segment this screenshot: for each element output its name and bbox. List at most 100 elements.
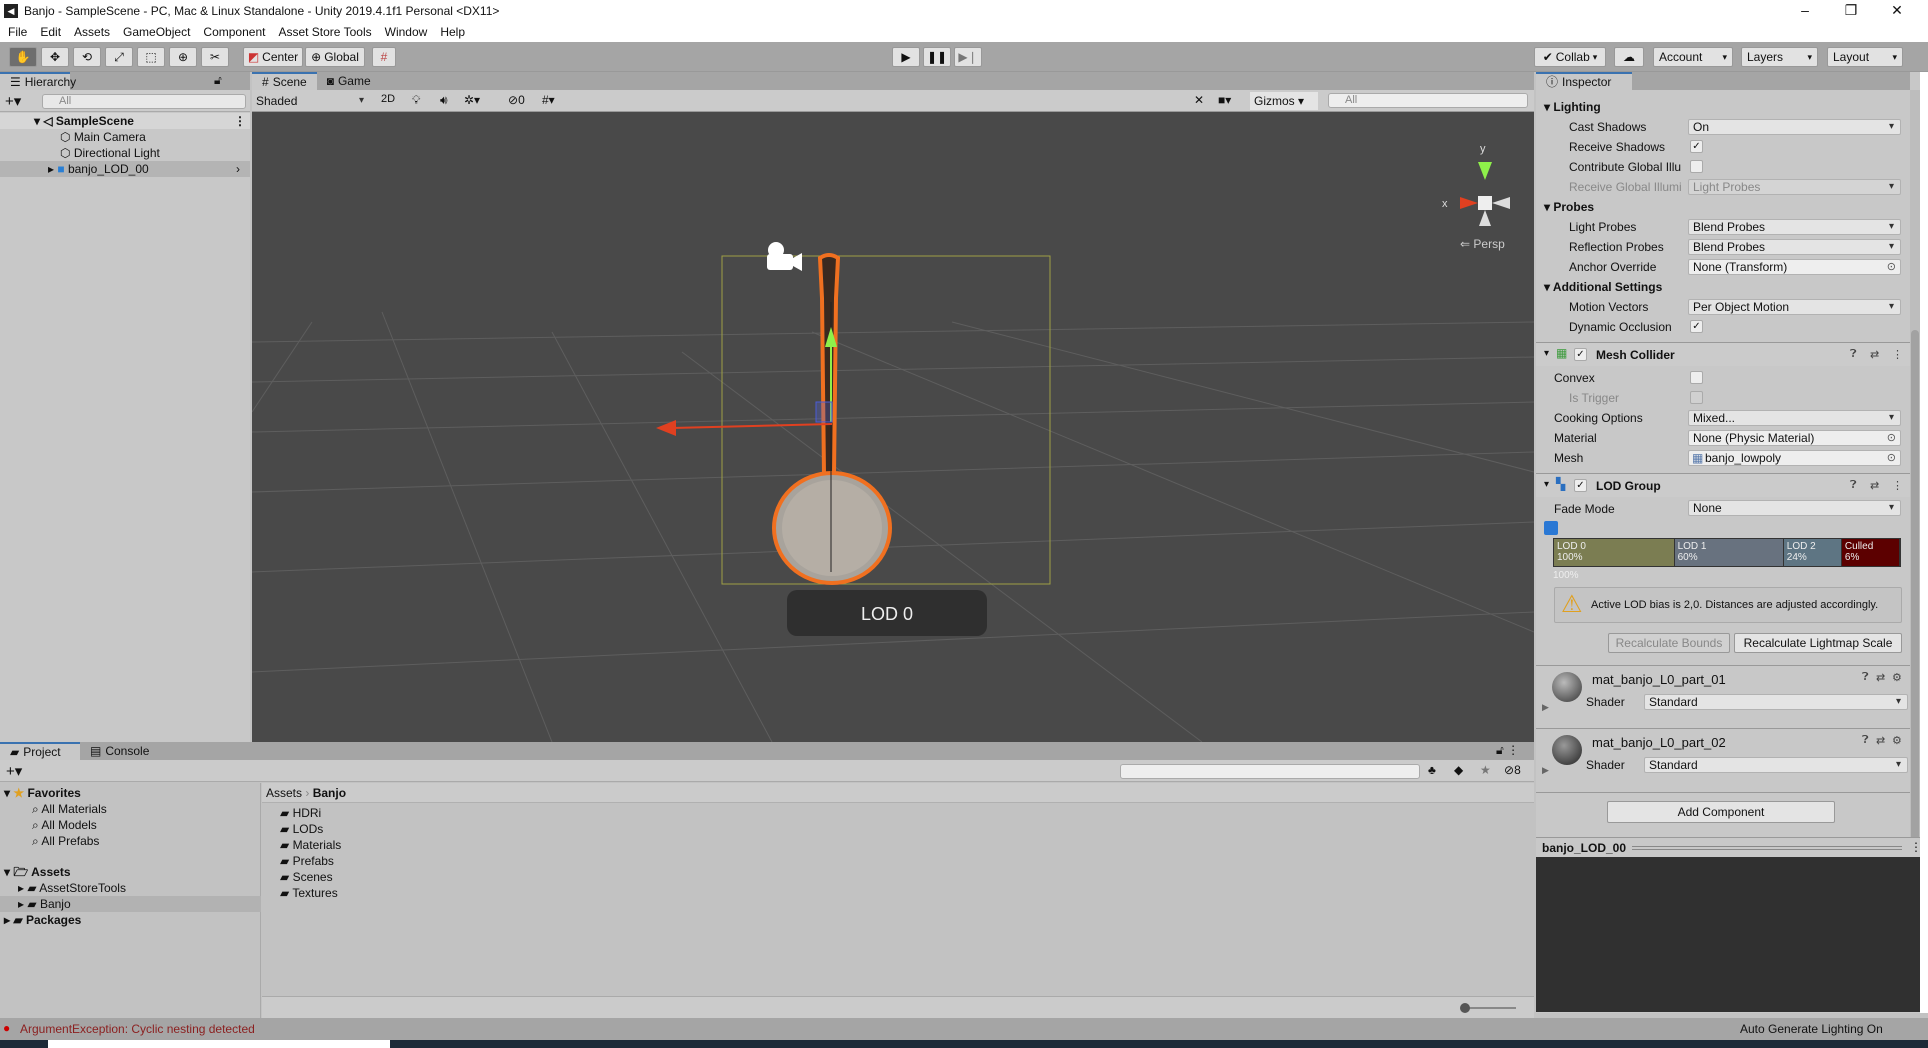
breadcrumb-banjo[interactable]: Banjo [313, 786, 346, 800]
inspector-scrollbar[interactable] [1910, 90, 1920, 890]
cloud-button[interactable]: ☁ [1614, 47, 1644, 67]
folder-item[interactable]: ▰ Materials [262, 837, 512, 853]
hierarchy-item-main-camera[interactable]: ⬡ Main Camera [0, 129, 250, 145]
cast-shadows-dropdown[interactable]: On [1688, 119, 1901, 135]
menu-assets[interactable]: Assets [74, 25, 110, 39]
menu-help[interactable]: Help [440, 25, 465, 39]
play-button[interactable]: ▶ [892, 47, 920, 67]
step-button[interactable]: ▶❘ [954, 47, 982, 67]
account-dropdown[interactable]: Account ▾ [1653, 47, 1733, 67]
more-icon[interactable]: ⋮ [234, 113, 246, 129]
dynamic-occlusion-checkbox[interactable]: ✓ [1690, 320, 1703, 333]
help-icon[interactable]: ❓︎ [1850, 479, 1857, 492]
lod-group-header[interactable]: ▾ ▚ ✓ LOD Group ❓︎ ⇄ ⋮ [1536, 473, 1910, 497]
layout-dropdown[interactable]: Layout ▾ [1827, 47, 1903, 67]
tab-hierarchy[interactable]: ☰ Hierarchy [0, 72, 76, 90]
mesh-field[interactable]: ▦ banjo_lowpoly [1688, 450, 1901, 466]
folder-item[interactable]: ▰ Prefabs [262, 853, 512, 869]
search-by-label-icon[interactable]: ◆ [1454, 763, 1463, 777]
minimize-button[interactable]: – [1782, 0, 1828, 22]
icon-size-slider[interactable] [1460, 1003, 1516, 1013]
gear-icon[interactable]: ⚙ [1892, 734, 1902, 747]
grid-toggle-icon[interactable]: #▾ [542, 93, 555, 107]
gizmo-x-axis[interactable] [671, 423, 833, 429]
breadcrumb-assets[interactable]: Assets [266, 786, 302, 800]
persp-label[interactable]: ⇐ Persp [1460, 237, 1505, 251]
pivot-global-button[interactable]: ⊕ Global [305, 47, 365, 67]
scene-search-input[interactable]: All [1328, 93, 1528, 108]
preview-header[interactable]: banjo_LOD_00 ⋮ [1536, 837, 1922, 857]
favorite-all-models[interactable]: ⌕ All Models [0, 817, 250, 833]
folder-item[interactable]: ▰ LODs [262, 821, 512, 837]
anchor-override-field[interactable]: None (Transform) [1688, 259, 1901, 275]
contribute-gi-checkbox[interactable] [1690, 160, 1703, 173]
more-icon[interactable]: ⋮ [1892, 479, 1903, 492]
folder-banjo[interactable]: ▸ ▰ Banjo [0, 896, 261, 912]
recalculate-lightmap-scale-button[interactable]: Recalculate Lightmap Scale [1734, 633, 1902, 653]
lighting-status[interactable]: Auto Generate Lighting On [1740, 1022, 1883, 1036]
menu-component[interactable]: Component [203, 25, 265, 39]
assets-folder[interactable]: ▾ 🗁︎ Assets [0, 864, 250, 880]
lod-segment-0[interactable]: LOD 0 100% [1554, 539, 1675, 566]
favorites-item[interactable]: ▾ ★ Favorites [0, 785, 250, 801]
tab-inspector[interactable]: ⓘ Inspector [1536, 72, 1632, 90]
camera-gizmo-icon[interactable] [767, 242, 802, 271]
more-icon[interactable]: ⋮ [1910, 840, 1922, 854]
reflection-probes-dropdown[interactable]: Blend Probes [1688, 239, 1901, 255]
gear-icon[interactable]: ⚙ [1892, 671, 1902, 684]
rect-tool-icon[interactable]: ⬚ [137, 47, 165, 67]
effects-icon[interactable]: ✲▾ [464, 93, 480, 107]
lod-camera-icon[interactable] [1544, 521, 1558, 535]
orientation-gizmo[interactable] [1460, 162, 1510, 226]
hierarchy-search-input[interactable]: All [42, 94, 246, 109]
gizmo-plane-handle[interactable] [815, 401, 833, 423]
menu-gameobject[interactable]: GameObject [123, 25, 190, 39]
close-button[interactable]: ✕ [1874, 0, 1920, 22]
folder-item[interactable]: ▰ HDRi [262, 805, 512, 821]
lighting-toggle-icon[interactable]: 💡︎ [412, 93, 420, 108]
project-search-input[interactable] [1120, 764, 1420, 779]
folder-item[interactable]: ▰ Scenes [262, 869, 512, 885]
hand-tool-icon[interactable]: ✋ [9, 47, 37, 67]
tools-icon[interactable]: ✕ [1194, 93, 1204, 107]
presets-icon[interactable]: ⇄ [1876, 734, 1885, 747]
tab-project[interactable]: ▰ Project [0, 742, 80, 760]
lod-segment-1[interactable]: LOD 1 60% [1674, 539, 1784, 566]
cooking-options-dropdown[interactable]: Mixed... [1688, 410, 1901, 426]
pivot-center-button[interactable]: ◩ Center [243, 47, 303, 67]
convex-checkbox[interactable] [1690, 371, 1703, 384]
scene-viewport[interactable]: y x ⇐ Persp LOD 0 [252, 112, 1534, 742]
tab-scene[interactable]: # Scene [252, 72, 317, 90]
create-button[interactable]: +▾ [6, 762, 22, 780]
menu-window[interactable]: Window [385, 25, 428, 39]
folder-item[interactable]: ▰ Textures [262, 885, 512, 901]
lod-segment-3[interactable]: Culled 6% [1841, 539, 1901, 566]
transform-tool-icon[interactable]: ⊕ [169, 47, 197, 67]
hierarchy-item-directional-light[interactable]: ⬡ Directional Light [0, 145, 250, 161]
audio-toggle-icon[interactable]: 🔊︎ [440, 93, 448, 108]
shader-dropdown[interactable]: Standard [1644, 757, 1908, 773]
material-item[interactable]: mat_banjo_L0_part_02 Shader Standard ❓︎⇄… [1536, 728, 1910, 786]
tab-console[interactable]: ▤ Console [80, 742, 159, 760]
search-by-type-icon[interactable]: ♣ [1428, 763, 1436, 777]
menu-asset-store-tools[interactable]: Asset Store Tools [278, 25, 371, 39]
folder-asset-store-tools[interactable]: ▸ ▰ AssetStoreTools [0, 880, 250, 896]
receive-shadows-checkbox[interactable]: ✓ [1690, 140, 1703, 153]
hidden-objects-icon[interactable]: ⊘0 [508, 93, 525, 107]
menu-file[interactable]: File [8, 25, 27, 39]
move-tool-icon[interactable]: ✥ [41, 47, 69, 67]
favorite-all-prefabs[interactable]: ⌕ All Prefabs [0, 833, 250, 849]
shader-dropdown[interactable]: Standard [1644, 694, 1908, 710]
expand-arrow-icon[interactable]: ▶ [1542, 702, 1549, 713]
add-component-button[interactable]: Add Component [1607, 801, 1835, 823]
packages-folder[interactable]: ▸ ▰ Packages [0, 912, 250, 928]
presets-icon[interactable]: ⇄ [1870, 479, 1879, 492]
menu-edit[interactable]: Edit [40, 25, 61, 39]
additional-settings-section[interactable]: ▾ Additional Settings [1544, 280, 1662, 294]
hidden-packages-icon[interactable]: ⊘8 [1504, 763, 1521, 777]
mesh-collider-enabled-checkbox[interactable]: ✓ [1574, 348, 1587, 361]
fade-mode-dropdown[interactable]: None [1688, 500, 1901, 516]
lock-icon[interactable]: 🔓︎ [214, 73, 222, 88]
shading-mode-dropdown[interactable]: Shaded [252, 92, 370, 110]
more-icon[interactable]: ⋮ [1892, 348, 1903, 361]
